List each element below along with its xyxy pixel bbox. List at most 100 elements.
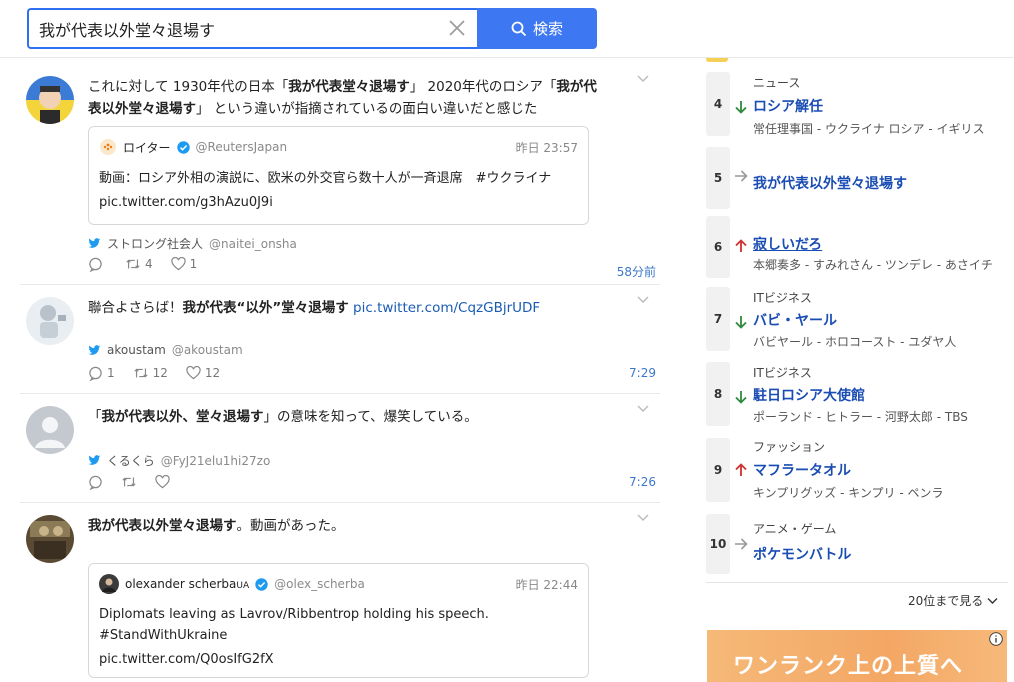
reply-icon xyxy=(89,257,102,272)
search-input[interactable] xyxy=(39,16,439,42)
rank-number: 9 xyxy=(706,438,730,502)
trend-category: アニメ・ゲーム xyxy=(753,522,837,536)
tweet-author[interactable]: ストロング社会人 @naitei_onsha xyxy=(88,235,297,252)
tweet-text: 聯合よさらば！我が代表“以外”堂々退場す pic.twitter.com/Cqz… xyxy=(88,300,541,316)
like-button[interactable]: 1 xyxy=(170,257,197,271)
tweet-time[interactable]: 58分前 xyxy=(617,263,656,280)
trend-item[interactable]: 6 寂しいだろ 本郷奏多 - すみれさん - ツンデレ - あさイチ xyxy=(706,214,1008,280)
avatar[interactable] xyxy=(26,515,74,563)
quote-avatar xyxy=(99,574,119,594)
trend-name[interactable]: 駐日ロシア大使館 xyxy=(753,385,865,405)
like-button[interactable]: 12 xyxy=(186,366,220,380)
tweet-item: 聯合よさらば！我が代表“以外”堂々退場す pic.twitter.com/Cqz… xyxy=(20,285,660,394)
quote-timestamp: 昨日 23:57 xyxy=(515,141,578,155)
trend-item[interactable]: 10 アニメ・ゲーム ポケモンバトル xyxy=(706,512,1008,578)
like-icon xyxy=(155,475,170,489)
tweet-text: これに対して 1930年代の日本「我が代表堂々退場す」 2020年代のロシア「我… xyxy=(88,79,597,117)
trend-item[interactable]: 4 ニュース ロシア解任 常任理事国 - ウクライナ ロシア - イギリス xyxy=(706,70,1008,136)
ad-banner[interactable]: ワンランク上の上質へ xyxy=(707,630,1007,682)
chevron-down-icon[interactable] xyxy=(636,404,650,414)
quote-link[interactable]: pic.twitter.com/g3hAzu0J9i xyxy=(99,192,579,213)
trend-category: ITビジネス xyxy=(753,366,812,380)
quote-body: Diplomats leaving as Lavrov/Ribbentrop h… xyxy=(99,604,579,670)
tweet-time[interactable]: 7:29 xyxy=(629,366,656,380)
reply-icon xyxy=(89,475,102,490)
quote-author-handle: @ReutersJapan xyxy=(195,140,288,154)
trend-name[interactable]: ロシア解任 xyxy=(753,96,823,116)
arrow-up-icon xyxy=(735,239,747,252)
rank-number: 5 xyxy=(706,147,730,209)
trend-name[interactable]: 我が代表以外堂々退場す xyxy=(753,173,907,193)
chevron-down-icon[interactable] xyxy=(636,74,650,84)
retweet-icon xyxy=(126,259,140,269)
trend-item[interactable]: 9 ファッション マフラータオル キンプリグッズ - キンプリ - ペンラ xyxy=(706,436,1008,504)
rank-number: 10 xyxy=(706,514,730,574)
search-icon xyxy=(511,21,527,36)
quote-body: 動画：ロシア外相の演説に、欧米の外交官ら数十人が一斉退席 #ウクライナ pic.… xyxy=(99,168,579,213)
trend-related: バビヤール - ホロコースト - ユダヤ人 xyxy=(753,335,957,349)
quote-tweet[interactable]: ロイター @ReutersJapan 昨日 23:57 動画：ロシア外相の演説に… xyxy=(88,126,589,225)
trend-item[interactable]: 7 ITビジネス バビ・ヤール バビヤール - ホロコースト - ユダヤ人 xyxy=(706,285,1008,353)
like-button[interactable] xyxy=(155,475,170,489)
quote-author-handle: @olex_scherba xyxy=(274,577,365,591)
quote-link[interactable]: pic.twitter.com/Q0osIfG2fX xyxy=(99,649,579,670)
quote-author-name: ロイター xyxy=(123,140,171,155)
retweet-button[interactable] xyxy=(121,475,137,489)
avatar[interactable] xyxy=(26,406,74,454)
tweet-link[interactable]: pic.twitter.com/CqzGBjrUDF xyxy=(353,300,540,316)
rank-number: 8 xyxy=(706,362,730,426)
like-icon xyxy=(170,257,186,271)
clear-icon[interactable] xyxy=(447,18,467,38)
see-more-link[interactable]: 20位まで見る xyxy=(908,592,998,609)
reply-button[interactable] xyxy=(88,257,107,272)
reply-button[interactable]: 1 xyxy=(88,366,115,381)
quote-author-name: olexander scherbaUA xyxy=(125,577,250,591)
reply-button[interactable] xyxy=(88,475,103,490)
arrow-down-icon xyxy=(735,101,747,114)
retweet-icon xyxy=(134,368,148,378)
trend-name[interactable]: ポケモンバトル xyxy=(753,544,851,564)
tweet-item: 我が代表以外堂々退場す。動画があった。 olexander scherbaUA … xyxy=(20,503,660,682)
avatar[interactable] xyxy=(26,76,74,124)
tweet-author[interactable]: akoustam @akoustam xyxy=(88,343,243,357)
tweet-item: これに対して 1930年代の日本「我が代表堂々退場す」 2020年代のロシア「我… xyxy=(20,64,660,285)
quote-tweet[interactable]: olexander scherbaUA @olex_scherba 昨日 22:… xyxy=(88,563,589,678)
trend-related: ポーランド - ヒトラー - 河野太郎 - TBS xyxy=(753,410,968,424)
tweet-time[interactable]: 7:26 xyxy=(629,475,656,489)
verified-icon xyxy=(255,577,268,591)
tweet-item: 「我が代表以外、堂々退場す」の意味を知って、爆笑している。 くるくら @FyJ2… xyxy=(20,394,660,503)
trend-name[interactable]: バビ・ヤール xyxy=(753,310,837,330)
trend-name[interactable]: マフラータオル xyxy=(753,460,851,480)
trend-ranking: 4 ニュース ロシア解任 常任理事国 - ウクライナ ロシア - イギリス 5 … xyxy=(706,38,1008,682)
arrow-down-icon xyxy=(735,316,747,329)
twitter-bird-icon xyxy=(88,344,101,355)
trend-category: ファッション xyxy=(753,440,826,454)
verified-icon xyxy=(176,140,190,154)
rank-number: 4 xyxy=(706,72,730,136)
tweet-author[interactable]: くるくら @FyJ21elu1hi27zo xyxy=(88,452,270,469)
retweet-button[interactable]: 4 xyxy=(125,257,153,271)
tweet-text: 我が代表以外堂々退場す。動画があった。 xyxy=(88,518,345,534)
quote-timestamp: 昨日 22:44 xyxy=(515,578,578,592)
trend-name[interactable]: 寂しいだろ xyxy=(753,234,822,254)
search-button[interactable]: 検索 xyxy=(477,8,597,49)
trend-item[interactable]: 5 我が代表以外堂々退場す xyxy=(706,145,1008,211)
rank-number: 6 xyxy=(706,216,730,278)
trend-item[interactable]: 8 ITビジネス 駐日ロシア大使館 ポーランド - ヒトラー - 河野太郎 - … xyxy=(706,360,1008,428)
ad-text: ワンランク上の上質へ xyxy=(733,654,964,679)
avatar[interactable] xyxy=(26,297,74,345)
info-icon[interactable] xyxy=(989,632,1003,646)
tweet-timeline: これに対して 1930年代の日本「我が代表堂々退場す」 2020年代のロシア「我… xyxy=(0,58,672,682)
trend-category: ニュース xyxy=(753,76,801,90)
arrow-right-icon xyxy=(735,538,748,550)
like-icon xyxy=(186,366,201,380)
chevron-down-icon[interactable] xyxy=(636,295,650,305)
twitter-bird-icon xyxy=(88,238,101,248)
trend-related: 常任理事国 - ウクライナ ロシア - イギリス xyxy=(753,122,985,136)
retweet-button[interactable]: 12 xyxy=(133,366,168,380)
chevron-down-icon[interactable] xyxy=(636,513,650,523)
reply-icon xyxy=(89,366,102,381)
search-button-label: 検索 xyxy=(532,20,563,38)
reuters-logo-icon xyxy=(100,139,116,155)
search-box[interactable] xyxy=(27,8,477,49)
